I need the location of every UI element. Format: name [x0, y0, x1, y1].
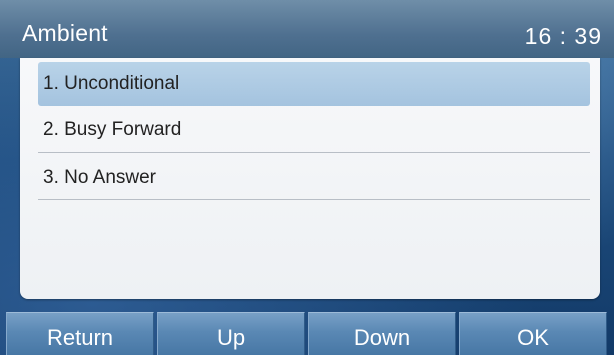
- softkey-bar: Return Up Down OK: [6, 312, 608, 355]
- screen-title: Ambient: [22, 20, 108, 46]
- menu-item-unconditional[interactable]: 1. Unconditional: [38, 62, 590, 106]
- title-bar: Ambient 16 : 39: [0, 0, 614, 58]
- menu-item-label: 3. No Answer: [43, 167, 156, 188]
- softkey-return[interactable]: Return: [6, 312, 154, 355]
- menu-panel: 1. Unconditional 2. Busy Forward 3. No A…: [20, 58, 600, 299]
- phone-screen: Ambient 16 : 39 1. Unconditional 2. Busy…: [0, 0, 614, 355]
- menu-divider: [38, 199, 590, 200]
- softkey-up[interactable]: Up: [157, 312, 305, 355]
- menu-item-label: 2. Busy Forward: [43, 119, 182, 140]
- clock: 16 : 39: [524, 23, 602, 49]
- softkey-down[interactable]: Down: [308, 312, 456, 355]
- softkey-ok[interactable]: OK: [459, 312, 607, 355]
- menu-item-busy-forward[interactable]: 2. Busy Forward: [38, 108, 590, 152]
- menu-item-label: 1. Unconditional: [43, 73, 180, 94]
- menu-item-no-answer[interactable]: 3. No Answer: [38, 156, 590, 200]
- menu-divider: [38, 152, 590, 153]
